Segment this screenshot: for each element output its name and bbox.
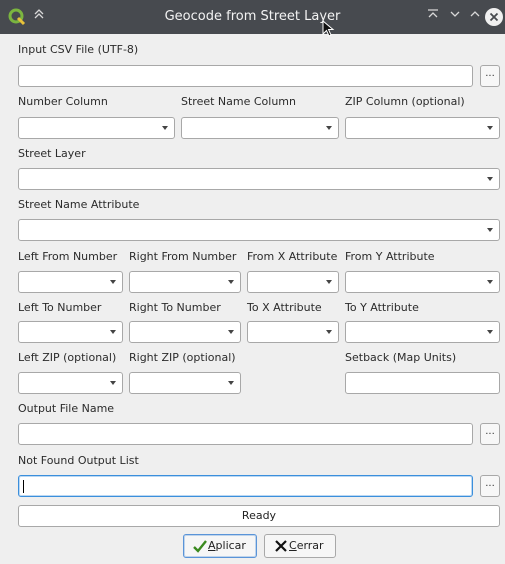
input-csv-field[interactable] [18, 65, 473, 87]
close-icon [489, 12, 499, 22]
zip-column-label: ZIP Column (optional) [345, 95, 465, 108]
to-x-attribute-combo[interactable] [247, 321, 339, 343]
right-from-number-label: Right From Number [129, 250, 237, 263]
input-csv-browse-button[interactable]: ... [480, 65, 500, 87]
right-zip-combo[interactable] [129, 372, 241, 394]
keep-above-icon[interactable] [424, 8, 442, 26]
input-csv-label: Input CSV File (UTF-8) [18, 43, 139, 56]
title-bar: Geocode from Street Layer [0, 0, 505, 37]
left-from-number-label: Left From Number [18, 250, 118, 263]
chevron-down-icon [326, 330, 332, 334]
text-caret [23, 480, 24, 493]
close-mnemonic: C [289, 539, 297, 552]
maximize-icon[interactable] [466, 8, 484, 26]
chevron-down-icon [110, 381, 116, 385]
street-name-column-label: Street Name Column [181, 95, 296, 108]
close-label: errar [296, 539, 324, 552]
geocode-dialog: Geocode from Street Layer Input CSV File… [0, 0, 505, 564]
zip-column-combo[interactable] [345, 117, 500, 139]
chevron-down-icon [487, 280, 493, 284]
chevron-down-icon [228, 381, 234, 385]
output-file-name-label: Output File Name [18, 402, 115, 415]
chevron-down-icon [487, 228, 493, 232]
mouse-cursor-icon [322, 20, 335, 37]
chevron-down-icon [228, 330, 234, 334]
from-y-attribute-combo[interactable] [345, 271, 500, 293]
right-from-number-combo[interactable] [129, 271, 241, 293]
chevron-down-icon [487, 126, 493, 130]
street-name-column-combo[interactable] [181, 117, 339, 139]
close-window-button[interactable] [485, 8, 503, 26]
chevron-down-icon [162, 126, 168, 130]
from-x-attribute-label: From X Attribute [247, 250, 338, 263]
output-file-browse-button[interactable]: ... [480, 423, 500, 445]
checkmark-icon [193, 540, 207, 553]
not-found-browse-button[interactable]: ... [480, 475, 500, 497]
chevron-down-icon [326, 126, 332, 130]
street-layer-combo[interactable] [18, 168, 500, 190]
minimize-icon[interactable] [446, 8, 464, 26]
chevron-down-icon [228, 280, 234, 284]
chevron-down-icon [487, 177, 493, 181]
close-button[interactable]: Cerrar [264, 534, 336, 558]
chevron-down-icon [110, 280, 116, 284]
setback-label: Setback (Map Units) [345, 351, 457, 364]
apply-mnemonic: A [208, 539, 216, 552]
chevron-down-icon [326, 280, 332, 284]
left-zip-combo[interactable] [18, 372, 123, 394]
street-name-attribute-label: Street Name Attribute [18, 198, 140, 211]
right-to-number-combo[interactable] [129, 321, 241, 343]
left-from-number-combo[interactable] [18, 271, 123, 293]
from-x-attribute-combo[interactable] [247, 271, 339, 293]
not-found-output-field[interactable] [18, 475, 473, 497]
close-x-icon [275, 540, 287, 552]
street-layer-label: Street Layer [18, 147, 86, 160]
chevron-down-icon [487, 330, 493, 334]
number-column-combo[interactable] [18, 117, 175, 139]
to-y-attribute-label: To Y Attribute [345, 301, 419, 314]
not-found-output-label: Not Found Output List [18, 454, 139, 467]
left-to-number-label: Left To Number [18, 301, 102, 314]
chevron-down-icon [110, 330, 116, 334]
number-column-label: Number Column [18, 95, 108, 108]
right-zip-label: Right ZIP (optional) [129, 351, 236, 364]
setback-field[interactable] [345, 372, 500, 394]
status-bar: Ready [18, 505, 500, 527]
output-file-name-field[interactable] [18, 423, 473, 445]
apply-label: plicar [215, 539, 246, 552]
street-name-attribute-combo[interactable] [18, 219, 500, 241]
left-to-number-combo[interactable] [18, 321, 123, 343]
to-y-attribute-combo[interactable] [345, 321, 500, 343]
to-x-attribute-label: To X Attribute [247, 301, 322, 314]
from-y-attribute-label: From Y Attribute [345, 250, 435, 263]
left-zip-label: Left ZIP (optional) [18, 351, 117, 364]
right-to-number-label: Right To Number [129, 301, 221, 314]
apply-button[interactable]: Aplicar [183, 534, 257, 558]
